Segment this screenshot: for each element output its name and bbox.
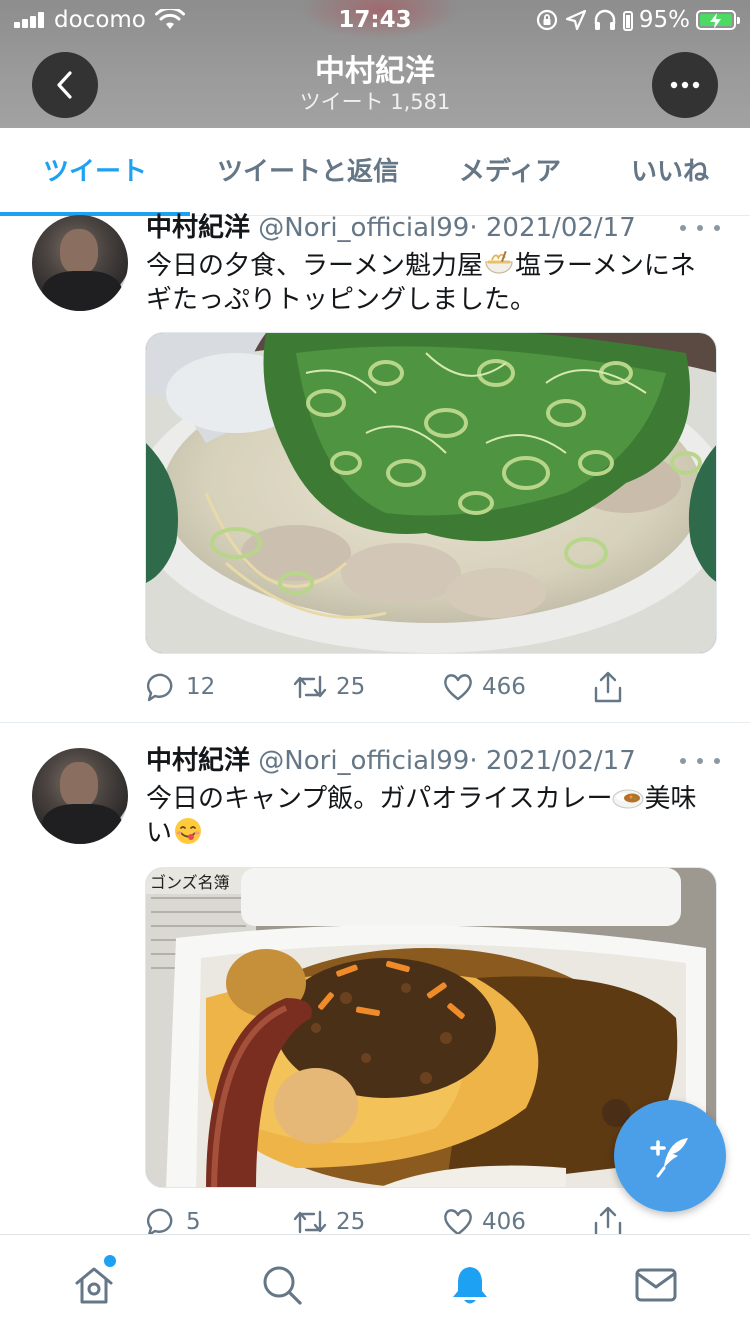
- retweet-icon: [293, 1210, 327, 1234]
- headphones-icon: [594, 9, 616, 30]
- status-bar: docomo 17:43 95%: [0, 0, 750, 40]
- tweet-card[interactable]: 中村紀洋 @Nori_official99· 2021/02/17 今日の夕食、…: [0, 213, 750, 723]
- author-name[interactable]: 中村紀洋: [146, 213, 250, 243]
- author-name[interactable]: 中村紀洋: [146, 746, 250, 776]
- nav-messages[interactable]: [606, 1235, 706, 1334]
- mail-icon: [635, 1268, 677, 1302]
- retweet-button[interactable]: 25: [292, 667, 365, 707]
- tweet-text: 今日のキャンプ飯。ガパオライスカレー 美味い: [146, 782, 721, 850]
- separator-dot: ·: [469, 213, 478, 243]
- reply-button[interactable]: 12: [146, 667, 215, 707]
- location-icon: [565, 9, 586, 31]
- reply-icon: [146, 673, 173, 702]
- tweet-text-part: 今日のキャンプ飯。ガパオライスカレー: [146, 784, 613, 814]
- tab-likes[interactable]: いいね: [610, 128, 730, 216]
- yum-face-emoji: [175, 818, 202, 844]
- curry-emoji: [612, 789, 644, 809]
- tweet-date[interactable]: 2021/02/17: [486, 213, 636, 243]
- reply-count: 5: [186, 1209, 201, 1235]
- battery-percent: 95%: [638, 7, 690, 33]
- compose-tweet-button[interactable]: [614, 1100, 726, 1212]
- separator-dot: ·: [469, 746, 478, 776]
- retweet-count: 25: [336, 674, 366, 700]
- author-handle[interactable]: @Nori_official99: [258, 213, 469, 243]
- bell-icon: [453, 1267, 487, 1304]
- profile-name-title: 中村紀洋: [315, 54, 435, 89]
- nav-search[interactable]: [232, 1235, 332, 1334]
- more-options-button[interactable]: [652, 52, 718, 118]
- battery-charging-icon: [696, 10, 740, 30]
- tweet-more-icon[interactable]: [680, 744, 720, 778]
- nav-home[interactable]: [44, 1235, 144, 1334]
- home-icon: [75, 1267, 113, 1304]
- share-button[interactable]: [592, 667, 624, 707]
- tab-tweets-and-replies[interactable]: ツイートと返信: [198, 128, 418, 216]
- nav-notifications[interactable]: [420, 1235, 520, 1334]
- tweet-more-icon[interactable]: [680, 211, 720, 245]
- tweet-divider: [0, 722, 750, 723]
- tweet-header: 中村紀洋 @Nori_official99· 2021/02/17: [146, 211, 636, 245]
- retweet-count: 25: [336, 1209, 366, 1235]
- retweet-icon: [293, 675, 327, 699]
- battery-small-icon: [622, 11, 633, 31]
- like-button[interactable]: 466: [442, 667, 526, 707]
- compose-tweet-icon: [650, 1138, 688, 1178]
- author-handle[interactable]: @Nori_official99: [258, 746, 469, 776]
- reply-count: 12: [186, 674, 216, 700]
- tweet-text-part: 今日の夕食、ラーメン魁力屋: [146, 251, 483, 281]
- more-horizontal-icon: [670, 81, 700, 89]
- heart-icon: [444, 1209, 472, 1236]
- heart-icon: [444, 674, 472, 701]
- tweet-count: ツイート 1,581: [299, 90, 451, 114]
- tab-media[interactable]: メディア: [440, 128, 580, 216]
- share-icon: [594, 671, 622, 703]
- like-count: 406: [482, 1209, 526, 1235]
- orientation-lock-icon: [536, 9, 557, 31]
- home-badge-dot: [104, 1255, 116, 1267]
- avatar[interactable]: [32, 215, 128, 311]
- tweet-date[interactable]: 2021/02/17: [486, 746, 636, 776]
- like-count: 466: [482, 674, 526, 700]
- tab-tweets[interactable]: ツイート: [0, 128, 190, 216]
- avatar[interactable]: [32, 748, 128, 844]
- ramen-photo: [146, 333, 716, 653]
- ramen-emoji: [485, 250, 513, 274]
- profile-tabs: ツイート ツイートと返信 メディア いいね: [0, 128, 750, 216]
- search-icon: [263, 1266, 302, 1305]
- bottom-navigation: [0, 1234, 750, 1334]
- photo-sign-text: ゴンズ名簿: [150, 873, 230, 892]
- profile-header: docomo 17:43 95% 中村紀洋 ツイート 1,581: [0, 0, 750, 128]
- tweet-actions: 12 25 466: [146, 667, 626, 707]
- tweet-text: 今日の夕食、ラーメン魁力屋 塩ラーメンにネギたっぷりトッピングしました。: [146, 249, 721, 317]
- tweet-header: 中村紀洋 @Nori_official99· 2021/02/17: [146, 744, 636, 778]
- tweet-photo[interactable]: [145, 332, 717, 654]
